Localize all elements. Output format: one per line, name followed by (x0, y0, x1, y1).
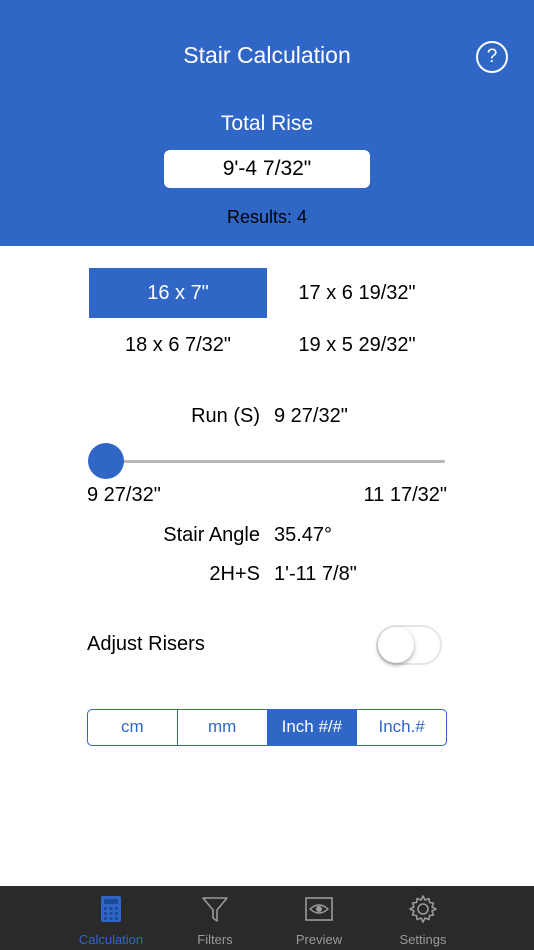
two-h-s-value: 1'-11 7/8" (274, 563, 357, 585)
tab-label: Calculation (78, 932, 144, 947)
option-17x6-19-32[interactable]: 17 x 6 19/32" (267, 268, 447, 318)
funnel-icon (202, 897, 228, 922)
option-18x6-7-32[interactable]: 18 x 6 7/32" (89, 320, 267, 370)
two-h-s-label: 2H+S (209, 563, 260, 585)
adjust-risers-label: Adjust Risers (87, 633, 205, 655)
tab-preview[interactable]: Preview (274, 886, 364, 950)
results-count: Results: 4 (226, 207, 308, 227)
toggle-knob (378, 627, 414, 663)
stair-angle-value: 35.47° (274, 524, 333, 546)
tab-settings[interactable]: Settings (378, 886, 468, 950)
calculator-icon (101, 896, 121, 922)
page-title: Stair Calculation (183, 42, 351, 68)
tab-calculation[interactable]: Calculation (66, 886, 156, 950)
adjust-risers-toggle[interactable] (376, 625, 442, 665)
total-rise-label: Total Rise (220, 112, 314, 135)
total-rise-input[interactable]: 9'-4 7/32" (164, 150, 370, 188)
slider-max-label: 11 17/32" (363, 484, 447, 506)
unit-inch-decimal[interactable]: Inch.# (357, 710, 446, 745)
option-19x5-29-32[interactable]: 19 x 5 29/32" (267, 320, 447, 370)
unit-cm[interactable]: cm (88, 710, 178, 745)
run-value: 9 27/32" (274, 405, 348, 427)
run-slider-track[interactable] (106, 460, 445, 463)
stair-angle-label: Stair Angle (163, 524, 260, 546)
tab-filters[interactable]: Filters (170, 886, 260, 950)
tab-bar: Calculation Filters Preview Settings (0, 886, 534, 950)
slider-min-label: 9 27/32" (87, 484, 161, 506)
tab-label: Preview (295, 932, 343, 947)
unit-inch-fraction[interactable]: Inch #/# (267, 710, 358, 745)
unit-segmented-control: cm mm Inch #/# Inch.# (87, 709, 447, 746)
header: Stair Calculation ? Total Rise 9'-4 7/32… (0, 0, 534, 246)
unit-mm[interactable]: mm (178, 710, 268, 745)
help-button[interactable]: ? (476, 41, 508, 73)
run-slider-thumb[interactable] (88, 443, 124, 479)
eye-icon (305, 897, 333, 921)
gear-icon (409, 895, 437, 923)
tab-label: Settings (399, 932, 447, 947)
tab-label: Filters (197, 932, 233, 947)
option-16x7[interactable]: 16 x 7" (89, 268, 267, 318)
run-label: Run (S) (191, 405, 260, 427)
